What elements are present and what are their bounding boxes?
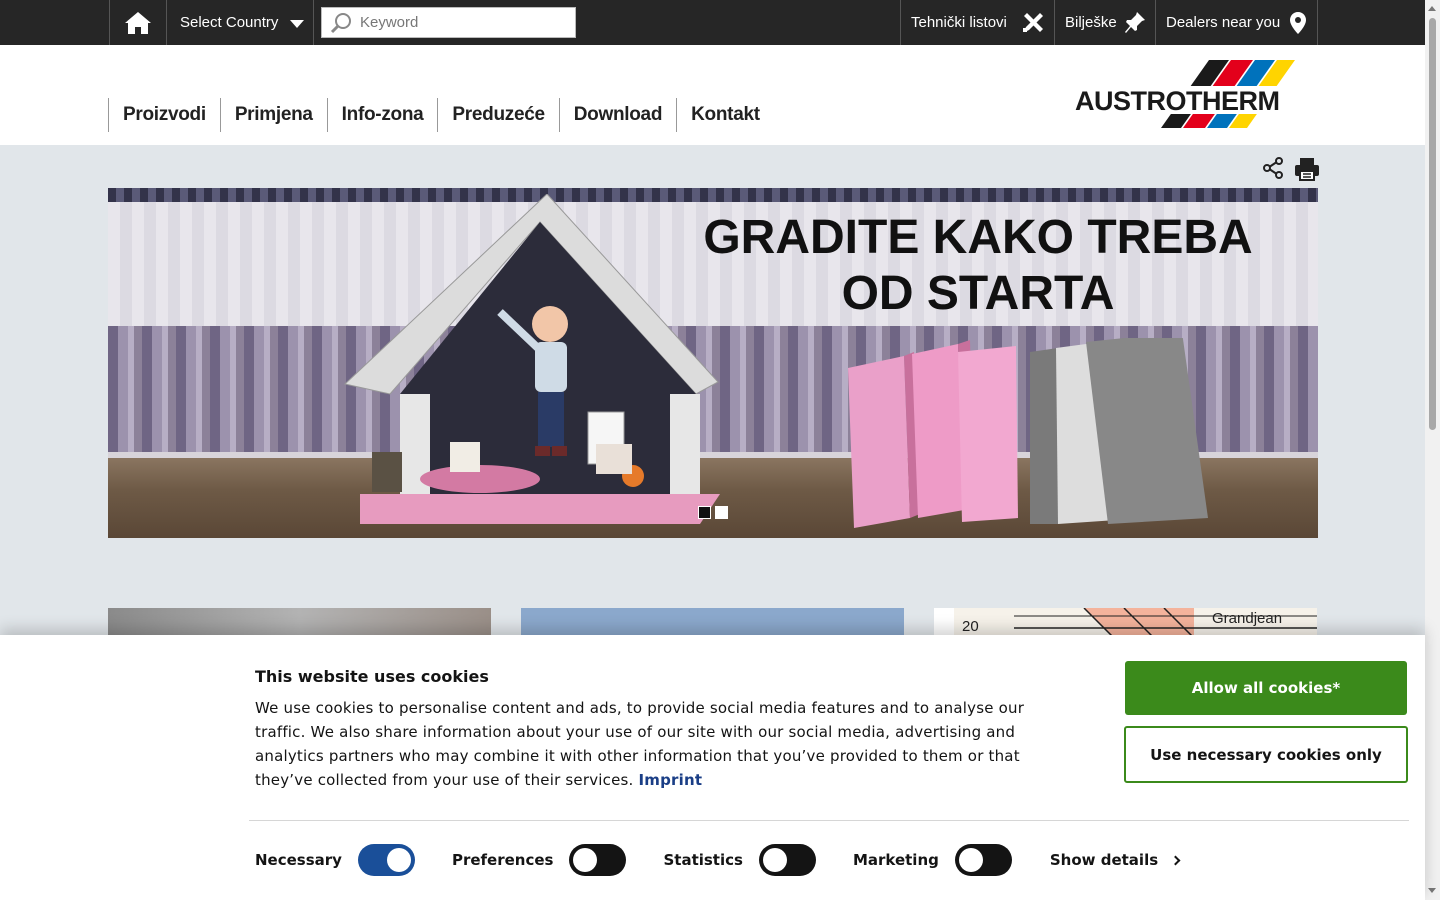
dealers-link[interactable]: Dealers near you [1155, 0, 1318, 45]
necessary-cookies-only-button[interactable]: Use necessary cookies only [1124, 726, 1408, 783]
slider-pagination [698, 506, 728, 519]
logo-text: AUSTROTHERM [1075, 86, 1280, 116]
home-button[interactable] [109, 0, 167, 45]
search-input[interactable] [360, 14, 560, 31]
chevron-right-icon [1170, 855, 1181, 866]
consent-marketing-label: Marketing [852, 851, 939, 869]
pin-icon [1125, 12, 1145, 33]
tile-3-label: Grandjean [1212, 610, 1283, 627]
slider-dot-2[interactable] [715, 506, 728, 519]
dealers-label: Dealers near you [1166, 14, 1281, 31]
consent-statistics-toggle[interactable] [758, 844, 816, 876]
country-select-label: Select Country [180, 14, 279, 31]
cookie-title: This website uses cookies [255, 667, 489, 686]
nav-item-application[interactable]: Primjena [219, 98, 327, 132]
technical-sheets-label: Tehnički listovi [911, 14, 1007, 31]
consent-preferences-toggle[interactable] [569, 844, 627, 876]
search-box [321, 7, 576, 38]
toggle-knob [762, 848, 787, 872]
allow-all-cookies-button[interactable]: Allow all cookies* [1125, 661, 1407, 715]
technical-sheets-link[interactable]: Tehnički listovi [900, 0, 1055, 45]
toggle-knob [386, 848, 411, 872]
location-pin-icon [1290, 12, 1306, 34]
print-button[interactable] [1294, 157, 1320, 186]
consent-marketing-toggle[interactable] [954, 844, 1012, 876]
nav-item-info-zone[interactable]: Info-zona [326, 98, 438, 132]
country-select[interactable]: Select Country [167, 0, 314, 45]
search-icon[interactable] [330, 12, 352, 34]
hero-title-line2: OD STARTA [841, 267, 1115, 320]
content-tile-3[interactable]: 20 Grandjean [934, 608, 1317, 638]
scroll-thumb[interactable] [1429, 18, 1436, 430]
cookie-description: We use cookies to personalise content an… [255, 696, 1065, 792]
page-scrollbar[interactable] [1425, 0, 1440, 900]
hero-slider[interactable]: GRADITE KAKO TREBA OD STARTA [108, 188, 1318, 538]
consent-necessary: Necessary [255, 844, 415, 876]
austrotherm-logo[interactable]: AUSTROTHERM [1073, 58, 1297, 130]
scroll-down-arrow[interactable] [1428, 888, 1436, 893]
nav-item-products[interactable]: Proizvodi [108, 98, 220, 132]
notes-link[interactable]: Bilješke [1054, 0, 1156, 45]
main-header: Proizvodi Primjena Info-zona Preduzeće D… [0, 45, 1425, 145]
nav-item-download[interactable]: Download [558, 98, 676, 132]
nav-item-contact[interactable]: Kontakt [676, 98, 774, 132]
consent-necessary-label: Necessary [255, 851, 342, 869]
cookie-banner: This website uses cookies We use cookies… [0, 635, 1425, 900]
nav-item-company[interactable]: Preduzeće [437, 98, 558, 132]
consent-necessary-toggle[interactable] [357, 844, 415, 876]
hero-title: GRADITE KAKO TREBA OD STARTA [648, 210, 1308, 322]
chevron-down-icon [290, 20, 304, 28]
content-tile-2[interactable] [521, 608, 904, 638]
tools-icon [1023, 13, 1043, 32]
consent-preferences: Preferences [452, 844, 627, 876]
printer-icon [1295, 158, 1319, 181]
main-nav: Proizvodi Primjena Info-zona Preduzeće D… [108, 98, 774, 132]
share-icon [1263, 157, 1283, 179]
hero-title-line1: GRADITE KAKO TREBA [703, 211, 1253, 264]
consent-marketing: Marketing [853, 844, 1012, 876]
share-button[interactable] [1262, 157, 1284, 184]
imprint-link[interactable]: Imprint [639, 771, 703, 789]
show-details-label: Show details [1049, 851, 1159, 869]
content-tile-1[interactable] [108, 608, 491, 638]
consent-statistics-label: Statistics [663, 851, 743, 869]
slider-dot-1[interactable] [698, 506, 711, 519]
notes-label: Bilješke [1065, 14, 1117, 31]
consent-categories: Necessary Preferences Statistics Marketi… [255, 844, 1181, 876]
cookie-divider [249, 820, 1409, 821]
top-bar: Select Country Tehnički listovi Bilješke… [0, 0, 1425, 45]
scroll-up-arrow[interactable] [1428, 6, 1436, 11]
toggle-knob [573, 848, 598, 872]
consent-preferences-label: Preferences [451, 851, 554, 869]
home-icon [125, 11, 151, 34]
insulation-boards [848, 338, 1208, 528]
tile-3-number: 20 [962, 618, 979, 635]
consent-statistics: Statistics [663, 844, 816, 876]
toggle-knob [958, 848, 983, 872]
show-details-link[interactable]: Show details [1049, 851, 1181, 869]
